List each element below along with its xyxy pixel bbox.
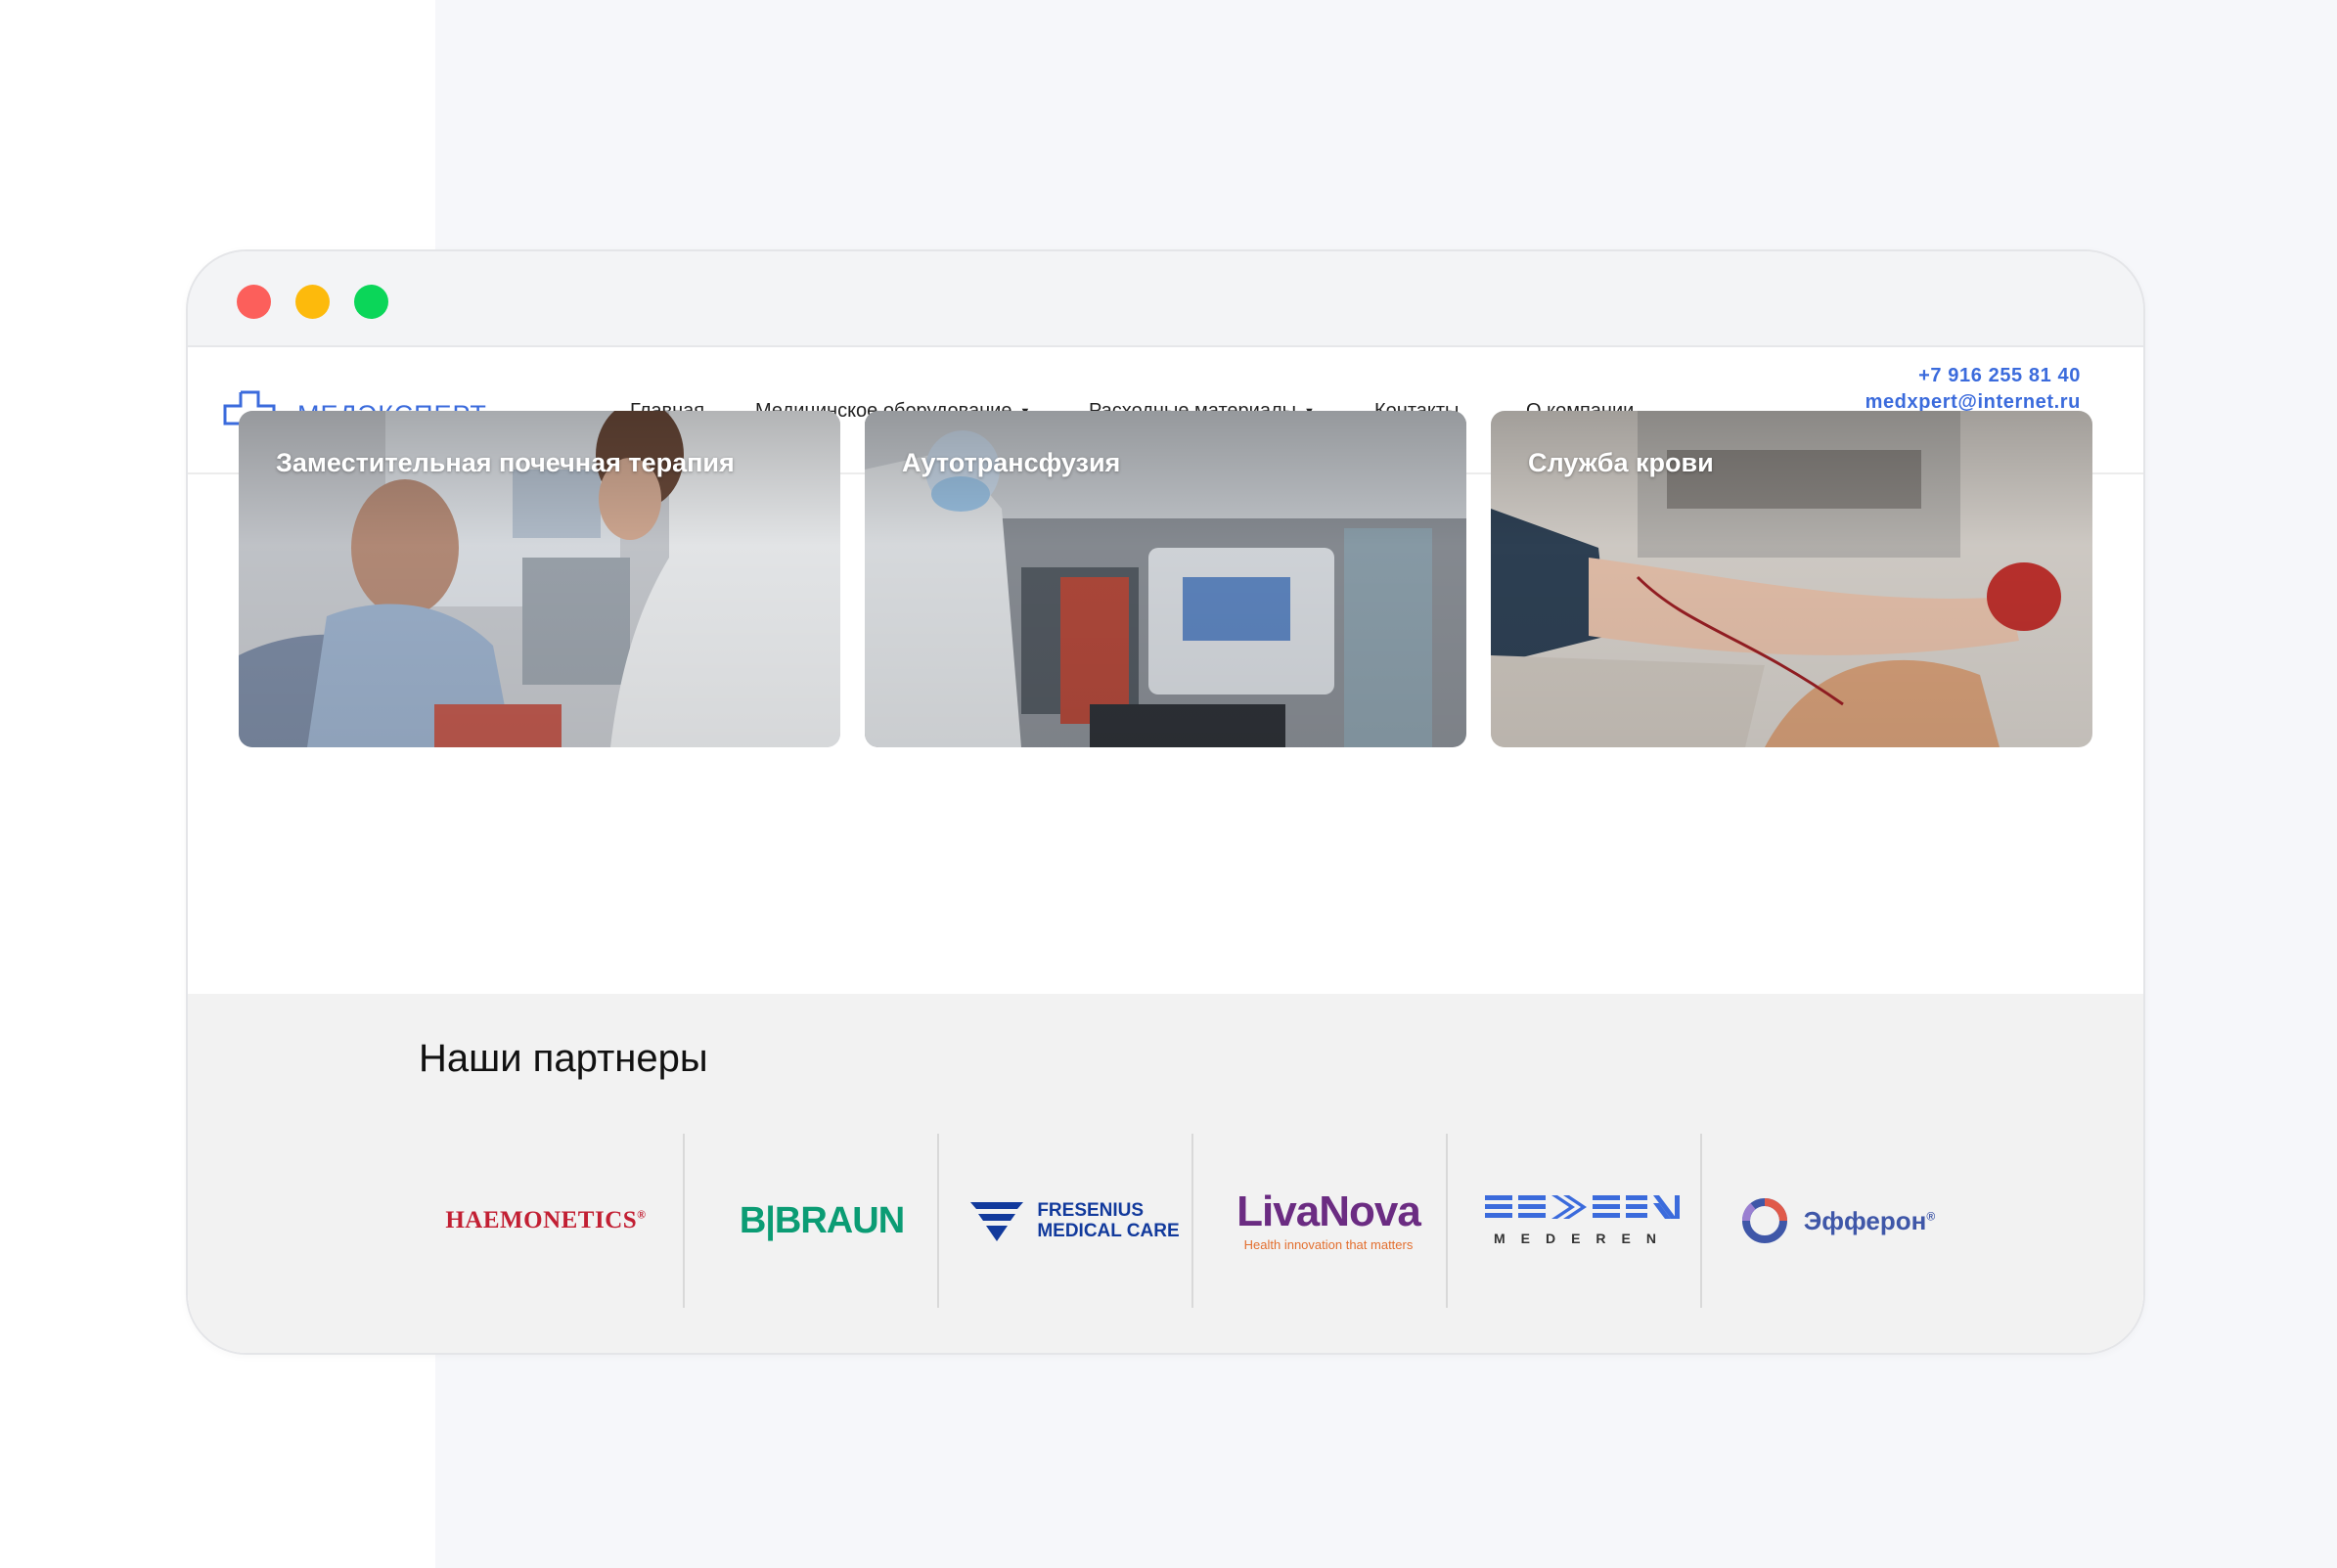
efferon-ring-icon: [1741, 1198, 1787, 1243]
logo-text: HAEMONETICS®: [445, 1207, 646, 1234]
close-window-button[interactable]: [237, 285, 271, 319]
logo-divider: [937, 1134, 939, 1308]
logo-wordmark: Эфферон: [1803, 1205, 1927, 1235]
logo-wordmark: MEDEREN: [1493, 1231, 1672, 1246]
category-card-blood-service[interactable]: Служба крови: [1491, 411, 2092, 747]
category-card-renal-therapy[interactable]: Заместительная почечная терапия: [239, 411, 840, 747]
mederen-pattern-icon: [1485, 1195, 1680, 1219]
logo-divider: [1191, 1134, 1193, 1308]
logo-text: FRESENIUS MEDICAL CARE: [1037, 1200, 1179, 1241]
web-page: МЕДЭКСПЕРТ Главная Медицинское оборудова…: [188, 347, 2143, 1353]
card-title: Аутотрансфузия: [902, 448, 1121, 477]
logo-wordmark-line2: MEDICAL CARE: [1037, 1221, 1180, 1241]
partner-logo-fresenius[interactable]: FRESENIUS MEDICAL CARE: [947, 1134, 1201, 1308]
browser-window: МЕДЭКСПЕРТ Главная Медицинское оборудова…: [186, 249, 2145, 1355]
section-title: Наши партнеры: [419, 1037, 708, 1080]
maximize-window-button[interactable]: [354, 285, 388, 319]
logo-group: Эфферон®: [1739, 1195, 1935, 1246]
category-card-autotransfusion[interactable]: Аутотрансфузия: [865, 411, 1466, 747]
logo-wordmark: LivaNova: [1236, 1187, 1421, 1235]
header-contacts: +7 916 255 81 40 medxpert@internet.ru: [1865, 363, 2081, 416]
partner-logo-efferon[interactable]: Эфферон®: [1710, 1134, 1964, 1308]
partner-logo-mederen[interactable]: MEDEREN: [1456, 1134, 1710, 1308]
logo-divider: [1446, 1134, 1448, 1308]
fresenius-mark-icon: [970, 1202, 1024, 1241]
registered-mark: ®: [1926, 1208, 1936, 1223]
logo-wordmark: FRESENIUS: [1037, 1200, 1145, 1221]
partners-section: Наши партнеры HAEMONETICS® B|BRAUN FRESE…: [188, 994, 2143, 1353]
card-title: Служба крови: [1528, 448, 1714, 477]
registered-mark: ®: [637, 1207, 647, 1222]
logo-group: FRESENIUS MEDICAL CARE: [968, 1198, 1180, 1243]
logo-wordmark: B|BRAUN: [739, 1199, 905, 1241]
logo-divider: [1700, 1134, 1702, 1308]
minimize-window-button[interactable]: [295, 285, 330, 319]
partner-logo-haemonetics[interactable]: HAEMONETICS®: [419, 1134, 673, 1308]
logo-tagline: Health innovation that matters: [1243, 1236, 1414, 1252]
logo-text: Эфферон®: [1804, 1206, 1935, 1236]
logo-divider: [683, 1134, 685, 1308]
card-title: Заместительная почечная терапия: [276, 448, 735, 477]
window-titlebar: [188, 251, 2143, 347]
phone-link[interactable]: +7 916 255 81 40: [1865, 363, 2081, 389]
partner-logo-bbraun[interactable]: B|BRAUN: [695, 1134, 949, 1308]
logo-wordmark: HAEMONETICS: [445, 1207, 638, 1233]
partner-logo-livanova[interactable]: LivaNova Health innovation that matters: [1201, 1134, 1456, 1308]
